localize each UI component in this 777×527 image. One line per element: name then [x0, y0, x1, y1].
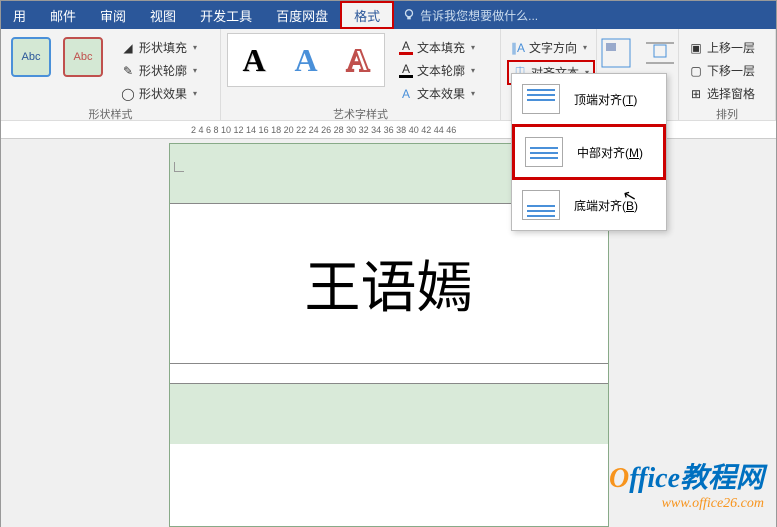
- text-outline-label: 文本轮廓: [417, 62, 465, 79]
- bring-forward-icon: ▣: [689, 41, 703, 55]
- align-top-icon: [522, 84, 560, 114]
- text-direction-button[interactable]: ∥A 文字方向 ▾: [507, 37, 595, 58]
- watermark: Office教程网 www.office26.com: [609, 456, 764, 512]
- text-effects-icon: A: [399, 87, 413, 101]
- shape-effects-button[interactable]: ◯ 形状效果 ▾: [117, 83, 201, 104]
- wrap-icon: [644, 37, 676, 69]
- chevron-down-icon: ▾: [193, 66, 197, 75]
- selection-pane-icon: ⊞: [689, 87, 703, 101]
- position-icon: [600, 37, 632, 69]
- text-direction-icon: ∥A: [511, 41, 525, 55]
- tab-devtools[interactable]: 开发工具: [188, 1, 264, 29]
- wordart-preset-1[interactable]: A: [230, 36, 278, 84]
- chevron-down-icon: ▾: [471, 66, 475, 75]
- shape-outline-label: 形状轮廓: [139, 62, 187, 79]
- watermark-url: www.office26.com: [609, 496, 764, 512]
- watermark-o: O: [609, 463, 629, 494]
- tab-review[interactable]: 审阅: [88, 1, 138, 29]
- table-cell-thin[interactable]: [170, 364, 608, 384]
- send-backward-button[interactable]: ▢ 下移一层: [685, 60, 759, 81]
- align-text-dropdown: 顶端对齐(T) 中部对齐(M) 底端对齐(B): [511, 73, 667, 231]
- lightbulb-icon: [402, 8, 416, 22]
- tab-mail[interactable]: 邮件: [38, 1, 88, 29]
- table-cell-bottom[interactable]: [170, 384, 608, 444]
- text-outline-icon: A: [399, 64, 413, 78]
- align-top-option[interactable]: 顶端对齐(T): [512, 74, 666, 124]
- pen-icon: ✎: [121, 64, 135, 78]
- chevron-down-icon: ▾: [193, 89, 197, 98]
- wordart-preset-3[interactable]: A: [334, 36, 382, 84]
- text-fill-label: 文本填充: [417, 39, 465, 56]
- bucket-icon: ◢: [121, 41, 135, 55]
- shape-outline-button[interactable]: ✎ 形状轮廓 ▾: [117, 60, 201, 81]
- text-outline-button[interactable]: A 文本轮廓 ▾: [395, 60, 479, 81]
- send-backward-icon: ▢: [689, 64, 703, 78]
- chevron-down-icon: ▾: [193, 43, 197, 52]
- chevron-down-icon: ▾: [583, 43, 587, 52]
- tab-baidu[interactable]: 百度网盘: [264, 1, 340, 29]
- chevron-down-icon: ▾: [471, 43, 475, 52]
- wordart-preset-2[interactable]: A: [282, 36, 330, 84]
- shape-style-preset-1[interactable]: Abc: [11, 37, 51, 77]
- wordart-styles-group: A A A A 文本填充▾ A 文本轮廓▾ A 文本效果▾ 艺术字样式: [221, 29, 501, 120]
- arrange-group: ▣ 上移一层 ▢ 下移一层 ⊞ 选择窗格 排列: [679, 29, 776, 120]
- align-bottom-icon: [522, 190, 560, 220]
- arrange-group-label: 排列: [685, 104, 769, 124]
- selection-pane-button[interactable]: ⊞ 选择窗格: [685, 83, 759, 104]
- name-text: 王语嫣: [305, 243, 473, 324]
- text-effects-label: 文本效果: [417, 85, 465, 102]
- align-middle-icon: [525, 137, 563, 167]
- tab-view[interactable]: 视图: [138, 1, 188, 29]
- send-backward-label: 下移一层: [707, 62, 755, 79]
- bring-forward-button[interactable]: ▣ 上移一层: [685, 37, 759, 58]
- tab-yong[interactable]: 用: [1, 1, 38, 29]
- shape-effects-label: 形状效果: [139, 85, 187, 102]
- wordart-gallery[interactable]: A A A: [227, 33, 385, 87]
- align-bottom-option[interactable]: 底端对齐(B): [512, 180, 666, 230]
- bring-forward-label: 上移一层: [707, 39, 755, 56]
- align-middle-option[interactable]: 中部对齐(M): [512, 124, 666, 180]
- selection-pane-label: 选择窗格: [707, 85, 755, 102]
- shape-styles-group: Abc Abc ◢ 形状填充▾ ✎ 形状轮廓▾ ◯ 形状效果▾ 形状样式: [1, 29, 221, 120]
- effects-icon: ◯: [121, 87, 135, 101]
- wordart-group-label: 艺术字样式: [227, 104, 494, 124]
- page-corner-mark: [174, 162, 184, 172]
- ribbon-tabbar: 用 邮件 审阅 视图 开发工具 百度网盘 格式 告诉我您想要做什么...: [1, 1, 776, 29]
- text-fill-icon: A: [399, 41, 413, 55]
- chevron-down-icon: ▾: [471, 89, 475, 98]
- shape-fill-button[interactable]: ◢ 形状填充 ▾: [117, 37, 201, 58]
- watermark-brand: Office教程网: [609, 456, 764, 496]
- text-fill-button[interactable]: A 文本填充 ▾: [395, 37, 479, 58]
- text-direction-label: 文字方向: [529, 39, 577, 56]
- align-top-label: 顶端对齐(T): [574, 91, 637, 108]
- text-effects-button[interactable]: A 文本效果 ▾: [395, 83, 479, 104]
- shape-fill-label: 形状填充: [139, 39, 187, 56]
- shape-style-preset-2[interactable]: Abc: [63, 37, 103, 77]
- tell-me-search[interactable]: 告诉我您想要做什么...: [402, 1, 538, 29]
- align-middle-label: 中部对齐(M): [577, 144, 643, 161]
- tell-me-placeholder: 告诉我您想要做什么...: [420, 7, 538, 24]
- watermark-rest: ffice教程网: [629, 463, 764, 494]
- shape-styles-group-label: 形状样式: [7, 104, 214, 124]
- tab-format[interactable]: 格式: [340, 1, 394, 29]
